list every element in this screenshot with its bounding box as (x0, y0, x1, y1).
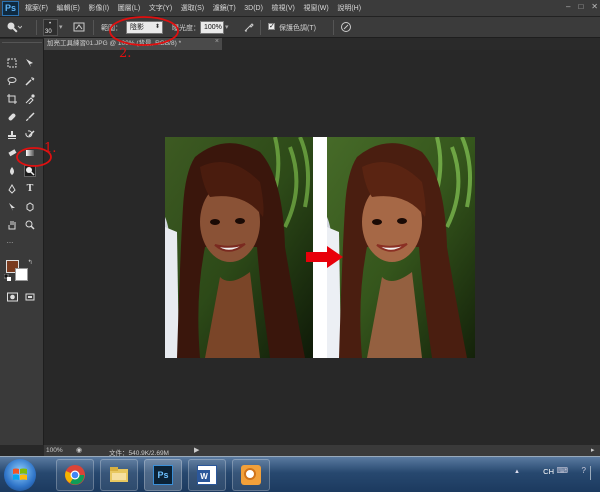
taskbar-outlook[interactable] (232, 459, 270, 491)
status-bar: 100% ◉ 文件：540.9K/2.69M ▶ ▸ (44, 445, 600, 457)
path-selection-tool-icon[interactable] (6, 201, 18, 213)
menu-filter[interactable]: 濾鏡(T) (213, 3, 236, 13)
move-tool-icon[interactable] (24, 57, 36, 69)
photoshop-window: Ps 檔案(F) 編輯(E) 影像(I) 圖層(L) 文字(Y) 選取(S) 濾… (0, 0, 600, 492)
background-color-swatch[interactable] (15, 268, 28, 281)
protect-tones-label: 保護色調(T) (279, 25, 316, 32)
menu-bar: Ps 檔案(F) 編輯(E) 影像(I) 圖層(L) 文字(Y) 選取(S) 濾… (0, 0, 600, 17)
taskbar-explorer[interactable] (100, 459, 138, 491)
help-icon[interactable]: ? (582, 466, 586, 475)
windows-taskbar: Ps W ▲ CH ⌨ ? (0, 456, 600, 492)
explorer-icon (110, 467, 128, 482)
photo-before (165, 137, 313, 358)
menu-select[interactable]: 選取(S) (181, 3, 204, 13)
menu-edit[interactable]: 編輯(E) (57, 3, 80, 13)
menu-view[interactable]: 檢視(V) (272, 3, 295, 13)
word-icon: W (197, 465, 217, 485)
exposure-input[interactable]: 100% (200, 21, 224, 34)
status-info-icon[interactable]: ◉ (76, 446, 82, 454)
zoom-tool-icon[interactable] (24, 219, 36, 231)
input-language[interactable]: CH (543, 467, 554, 476)
spot-healing-tool-icon[interactable] (6, 111, 18, 123)
shape-tool-icon[interactable] (24, 201, 36, 213)
dodge-tool-preset-icon[interactable] (6, 21, 23, 35)
scroll-right-icon[interactable]: ▸ (591, 446, 595, 454)
brush-tool-icon[interactable] (24, 111, 36, 123)
menu-file[interactable]: 檔案(F) (25, 3, 48, 13)
clone-stamp-tool-icon[interactable] (6, 129, 18, 141)
annotation-step-2: 2. (119, 46, 132, 61)
hand-tool-icon[interactable] (6, 219, 18, 231)
chrome-icon (65, 465, 85, 485)
menu-help[interactable]: 說明(H) (337, 3, 361, 13)
swap-colors-icon[interactable]: ↰ (26, 258, 34, 266)
photoshop-icon: Ps (153, 465, 173, 485)
toolbox: T ··· ↰ (0, 39, 44, 445)
brush-size-dropdown-icon[interactable]: ▾ (59, 23, 63, 31)
photoshop-logo: Ps (2, 0, 19, 16)
taskbar-photoshop[interactable]: Ps (144, 459, 182, 491)
menu-3d[interactable]: 3D(D) (244, 5, 263, 12)
brush-panel-icon[interactable] (73, 21, 85, 35)
pen-tool-icon[interactable] (6, 183, 18, 195)
menu-type[interactable]: 文字(Y) (149, 3, 172, 13)
menu-layer[interactable]: 圖層(L) (118, 3, 141, 13)
eyedropper-tool-icon[interactable] (24, 93, 36, 105)
history-brush-tool-icon[interactable] (24, 129, 36, 141)
keyboard-icon[interactable]: ⌨ (556, 466, 568, 475)
photo-after (327, 137, 475, 358)
zoom-level[interactable]: 100% (46, 447, 63, 454)
marquee-tool-icon[interactable] (6, 57, 18, 69)
options-bar: • 30 ▾ 範圍： 陰影 ⬍ 曝光度： 100% ▾ ✓ 保護色調(T) (0, 17, 600, 38)
lasso-tool-icon[interactable] (6, 75, 18, 87)
quick-mask-icon[interactable] (6, 291, 18, 303)
ellipsis-icon[interactable]: ··· (2, 237, 18, 249)
windows-logo-icon (13, 468, 27, 480)
window-controls: – □ ✕ (566, 2, 598, 11)
tab-close-icon[interactable]: × (215, 38, 219, 45)
status-menu-arrow-icon[interactable]: ▶ (194, 446, 199, 454)
before-after-arrow-icon (306, 246, 343, 268)
magic-wand-tool-icon[interactable] (24, 75, 36, 87)
windows-start-button[interactable] (4, 459, 36, 491)
type-tool-icon[interactable]: T (24, 183, 36, 195)
airbrush-icon[interactable] (243, 21, 255, 35)
show-desktop-button[interactable] (590, 466, 598, 480)
annotation-step-1: 1. (44, 141, 57, 156)
minimize-icon[interactable]: – (566, 2, 570, 11)
maximize-icon[interactable]: □ (578, 2, 583, 11)
protect-tones-checkbox[interactable]: ✓ (268, 23, 275, 30)
menu-image[interactable]: 影像(I) (88, 3, 109, 13)
brush-size-picker[interactable]: • 30 (43, 19, 58, 36)
toolbox-grip[interactable] (2, 42, 42, 46)
taskbar-chrome[interactable] (56, 459, 94, 491)
menu-window[interactable]: 視窗(W) (303, 3, 328, 13)
crop-tool-icon[interactable] (6, 93, 18, 105)
tablet-pressure-icon[interactable] (340, 21, 352, 35)
default-colors-icon[interactable] (3, 273, 11, 281)
taskbar-word[interactable]: W (188, 459, 226, 491)
annotation-circle-range (109, 16, 179, 46)
outlook-icon (241, 465, 261, 485)
close-icon[interactable]: ✕ (591, 2, 598, 11)
exposure-dropdown-icon[interactable]: ▾ (225, 23, 229, 31)
tray-expand-icon[interactable]: ▲ (514, 469, 520, 475)
screen-mode-icon[interactable] (24, 291, 36, 303)
